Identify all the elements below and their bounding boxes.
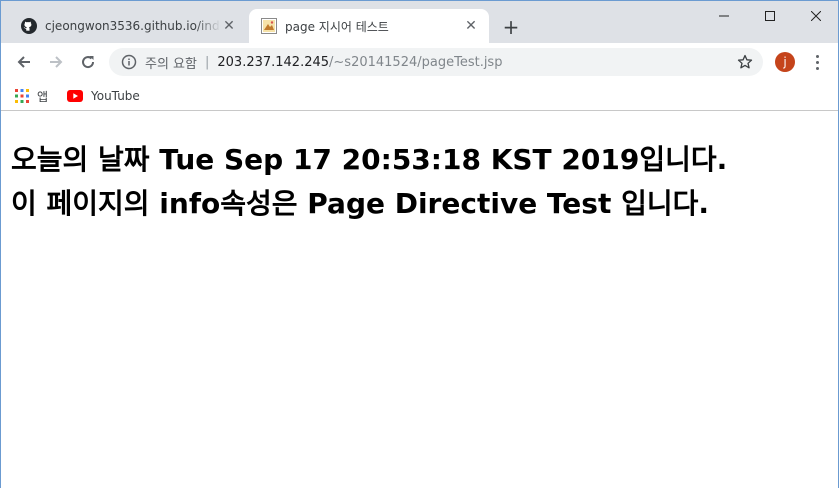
url-host: 203.237.142.245 — [217, 54, 330, 70]
close-icon[interactable]: ✕ — [463, 18, 479, 34]
bookmark-label: YouTube — [91, 89, 140, 103]
separator: | — [204, 54, 210, 70]
more-menu-icon[interactable] — [807, 52, 827, 72]
forward-button[interactable] — [43, 49, 69, 75]
url-path: /~s20141524/pageTest.jsp — [329, 54, 503, 70]
page-content: 오늘의 날짜 Tue Sep 17 20:53:18 KST 2019입니다. … — [1, 112, 838, 488]
tab-title: page 지시어 테스트 — [285, 19, 389, 34]
page-favicon-icon — [261, 18, 277, 34]
minimize-icon — [719, 15, 729, 17]
browser-window: cjeongwon3536.github.io/index.htm ✕ page… — [0, 0, 839, 488]
bookmark-label: 앱 — [37, 89, 49, 104]
reload-button[interactable] — [75, 49, 101, 75]
bookmarks-bar: 앱 YouTube — [1, 81, 838, 111]
reload-icon — [82, 56, 95, 69]
tab-title: cjeongwon3536.github.io/index.htm — [45, 19, 221, 33]
back-button[interactable] — [11, 49, 37, 75]
star-icon[interactable] — [737, 54, 753, 70]
arrow-left-icon — [17, 56, 30, 68]
close-window-button[interactable] — [793, 1, 839, 31]
toolbar: 주의 요함 | 203.237.142.245/~s20141524/pageT… — [1, 43, 838, 81]
maximize-icon — [765, 11, 775, 21]
info-message: 이 페이지의 info속성은 Page Directive Test 입니다. — [11, 187, 710, 220]
arrow-right-icon — [50, 56, 63, 68]
close-icon — [811, 11, 821, 21]
address-bar[interactable]: 주의 요함 | 203.237.142.245/~s20141524/pageT… — [109, 48, 763, 76]
info-icon[interactable] — [121, 54, 137, 70]
profile-avatar[interactable]: j — [775, 52, 795, 72]
tab-page-test[interactable]: page 지시어 테스트 ✕ — [249, 9, 489, 43]
new-tab-button[interactable]: + — [499, 15, 523, 39]
bookmark-apps[interactable]: 앱 — [15, 85, 48, 107]
github-icon — [21, 18, 37, 34]
security-label[interactable]: 주의 요함 — [145, 53, 197, 72]
minimize-button[interactable] — [701, 1, 747, 31]
maximize-button[interactable] — [747, 1, 793, 31]
tab-github[interactable]: cjeongwon3536.github.io/index.htm ✕ — [9, 9, 247, 43]
bookmark-youtube[interactable]: YouTube — [67, 85, 140, 107]
apps-grid-icon — [15, 89, 29, 103]
youtube-icon — [67, 90, 83, 102]
tab-strip: cjeongwon3536.github.io/index.htm ✕ page… — [1, 1, 838, 43]
close-icon[interactable]: ✕ — [221, 18, 237, 34]
date-message: 오늘의 날짜 Tue Sep 17 20:53:18 KST 2019입니다. — [11, 143, 728, 176]
